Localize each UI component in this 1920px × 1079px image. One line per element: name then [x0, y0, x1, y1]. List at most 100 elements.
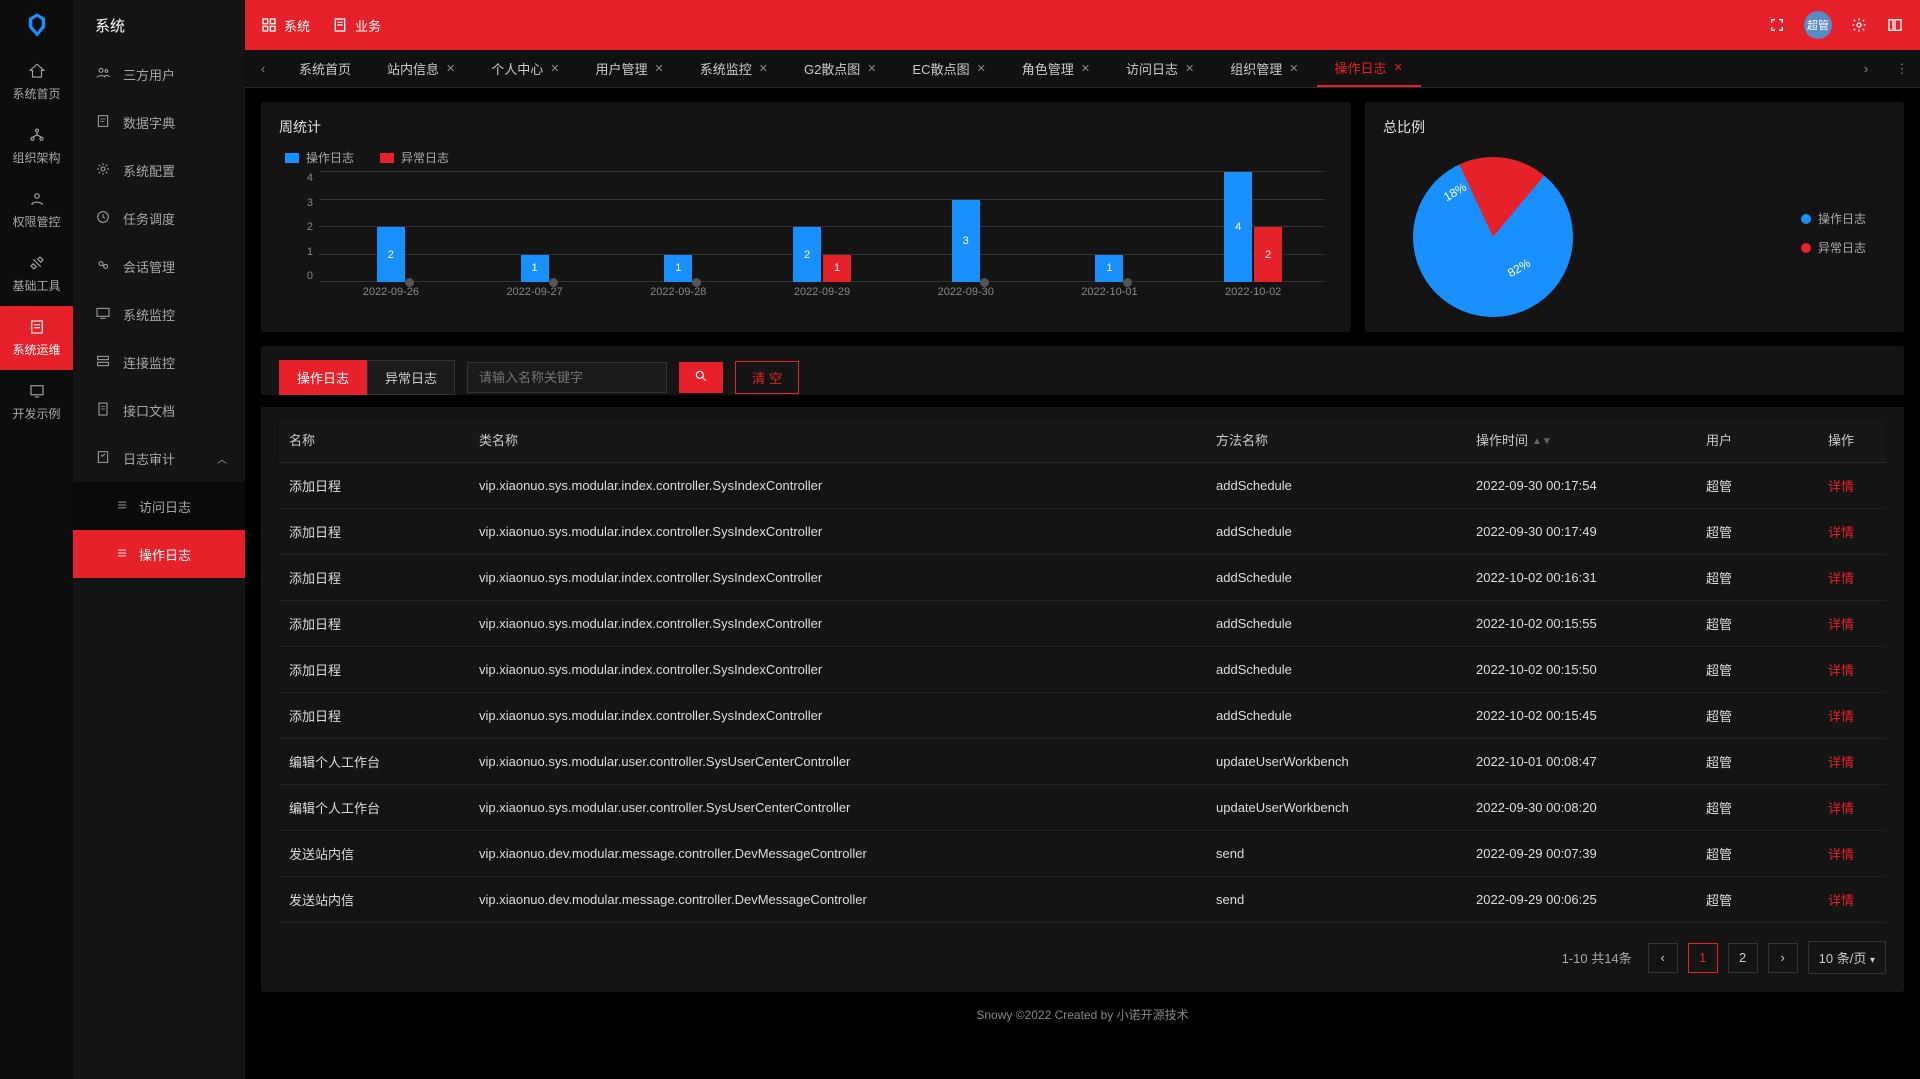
- sidebar-item-session[interactable]: 会话管理: [73, 242, 245, 290]
- sidebar-subitem[interactable]: 操作日志: [73, 530, 245, 578]
- pagination-page-size[interactable]: 10 条/页 ▾: [1808, 941, 1886, 974]
- legend-item[interactable]: 操作日志: [285, 149, 354, 166]
- detail-link[interactable]: 详情: [1828, 893, 1854, 908]
- fullscreen-icon[interactable]: [1768, 16, 1786, 34]
- content: 周统计 操作日志异常日志 43210 211213142 2022-09-262…: [245, 88, 1920, 1079]
- rail-item-dev[interactable]: 开发示例: [0, 370, 73, 434]
- close-icon[interactable]: ✕: [977, 62, 986, 75]
- sched-icon: [95, 209, 111, 228]
- avatar[interactable]: 超管: [1804, 11, 1832, 39]
- tab[interactable]: EC散点图✕: [895, 50, 1004, 87]
- detail-link[interactable]: 详情: [1828, 801, 1854, 816]
- clear-button[interactable]: 清 空: [735, 361, 799, 394]
- table-row: 发送站内信 vip.xiaonuo.dev.modular.message.co…: [279, 831, 1886, 877]
- topnav-system[interactable]: 系统: [261, 16, 310, 35]
- topnav-business-label: 业务: [355, 16, 381, 35]
- tab[interactable]: 个人中心 ✕: [473, 50, 577, 87]
- detail-link[interactable]: 详情: [1828, 755, 1854, 770]
- sidebar-item-users[interactable]: 三方用户: [73, 50, 245, 98]
- x-tick: 2022-09-26: [319, 286, 463, 300]
- sidebar-subitem-label: 操作日志: [139, 545, 191, 564]
- tab[interactable]: 操作日志✕: [1317, 50, 1421, 87]
- rail-label: 权限管控: [12, 213, 60, 230]
- tabs-scroll-left[interactable]: ‹: [245, 50, 281, 87]
- pagination-page[interactable]: 2: [1728, 943, 1758, 973]
- search-button[interactable]: [679, 362, 723, 393]
- pagination-prev[interactable]: ‹: [1648, 943, 1678, 973]
- th-action: 操作: [1796, 417, 1886, 463]
- config-icon: [95, 161, 111, 180]
- rail-item-tools[interactable]: 基础工具: [0, 242, 73, 306]
- tab[interactable]: 站内信息✕: [369, 50, 473, 87]
- sidebar-item-config[interactable]: 系统配置: [73, 146, 245, 194]
- detail-link[interactable]: 详情: [1828, 847, 1854, 862]
- tab-operation-log[interactable]: 操作日志: [279, 360, 367, 395]
- tabs-menu[interactable]: ⋮: [1884, 50, 1920, 87]
- tab[interactable]: 组织管理✕: [1212, 50, 1316, 87]
- detail-link[interactable]: 详情: [1828, 525, 1854, 540]
- detail-link[interactable]: 详情: [1828, 479, 1854, 494]
- tab-label: 个人中心: [491, 59, 543, 78]
- cell-class: vip.xiaonuo.sys.modular.index.controller…: [469, 463, 1206, 509]
- rail-item-home[interactable]: 系统首页: [0, 50, 73, 114]
- legend-item[interactable]: 异常日志: [380, 149, 449, 166]
- legend-swatch: [285, 153, 299, 163]
- legend-item[interactable]: 操作日志: [1801, 210, 1866, 227]
- cell-time: 2022-10-02 00:16:31: [1466, 555, 1696, 601]
- close-icon[interactable]: ✕: [550, 62, 559, 75]
- th-method[interactable]: 方法名称: [1206, 417, 1466, 463]
- close-icon[interactable]: ✕: [446, 62, 455, 75]
- tab[interactable]: 系统监控✕: [682, 50, 786, 87]
- tabs-scroll-right[interactable]: ›: [1848, 50, 1884, 87]
- detail-link[interactable]: 详情: [1828, 571, 1854, 586]
- detail-link[interactable]: 详情: [1828, 663, 1854, 678]
- close-icon[interactable]: ✕: [867, 62, 876, 75]
- tab[interactable]: 系统首页: [281, 50, 369, 87]
- rail-item-org[interactable]: 组织架构: [0, 114, 73, 178]
- topnav-business[interactable]: 业务: [332, 16, 381, 35]
- sidebar-item-sched[interactable]: 任务调度: [73, 194, 245, 242]
- legend-item[interactable]: 异常日志: [1801, 239, 1866, 256]
- detail-link[interactable]: 详情: [1828, 709, 1854, 724]
- sidebar-item-monitor[interactable]: 系统监控: [73, 290, 245, 338]
- bar: 2: [1254, 227, 1282, 282]
- th-time[interactable]: 操作时间▲▼: [1466, 417, 1696, 463]
- gear-icon[interactable]: [1850, 16, 1868, 34]
- cell-user: 超管: [1696, 739, 1796, 785]
- rail-label: 组织架构: [12, 149, 60, 166]
- sidebar-subitem[interactable]: 访问日志: [73, 482, 245, 530]
- tab[interactable]: 访问日志✕: [1108, 50, 1212, 87]
- tab[interactable]: 角色管理✕: [1004, 50, 1108, 87]
- th-user[interactable]: 用户: [1696, 417, 1796, 463]
- detail-link[interactable]: 详情: [1828, 617, 1854, 632]
- close-icon[interactable]: ✕: [655, 62, 664, 75]
- tab[interactable]: G2散点图✕: [786, 50, 895, 87]
- rail-item-perm[interactable]: 权限管控: [0, 178, 73, 242]
- pagination-next[interactable]: ›: [1768, 943, 1798, 973]
- sidebar-item-dict[interactable]: 数据字典: [73, 98, 245, 146]
- sidebar-item-connmon[interactable]: 连接监控: [73, 338, 245, 386]
- search-input[interactable]: [467, 362, 667, 393]
- connmon-icon: [95, 353, 111, 372]
- pagination-page[interactable]: 1: [1688, 943, 1718, 973]
- tab[interactable]: 用户管理 ✕: [577, 50, 681, 87]
- th-class[interactable]: 类名称: [469, 417, 1206, 463]
- layout-icon[interactable]: [1886, 16, 1904, 34]
- rail-item-ops[interactable]: 系统运维: [0, 306, 73, 370]
- cell-time: 2022-10-02 00:15:55: [1466, 601, 1696, 647]
- close-icon[interactable]: ✕: [1394, 61, 1403, 74]
- card-week-stats: 周统计 操作日志异常日志 43210 211213142 2022-09-262…: [261, 102, 1351, 332]
- sidebar-item-apidoc[interactable]: 接口文档: [73, 386, 245, 434]
- close-icon[interactable]: ✕: [1185, 62, 1194, 75]
- th-name[interactable]: 名称: [279, 417, 469, 463]
- tab-exception-log[interactable]: 异常日志: [367, 360, 455, 395]
- sidebar-item-audit[interactable]: 日志审计︿: [73, 434, 245, 482]
- cell-user: 超管: [1696, 647, 1796, 693]
- close-icon[interactable]: ✕: [759, 62, 768, 75]
- close-icon[interactable]: ✕: [1081, 62, 1090, 75]
- table-row: 编辑个人工作台 vip.xiaonuo.sys.modular.user.con…: [279, 785, 1886, 831]
- close-icon[interactable]: ✕: [1289, 62, 1298, 75]
- bar: 1: [823, 255, 851, 283]
- cell-method: addSchedule: [1206, 693, 1466, 739]
- tab-label: 用户管理: [595, 59, 647, 78]
